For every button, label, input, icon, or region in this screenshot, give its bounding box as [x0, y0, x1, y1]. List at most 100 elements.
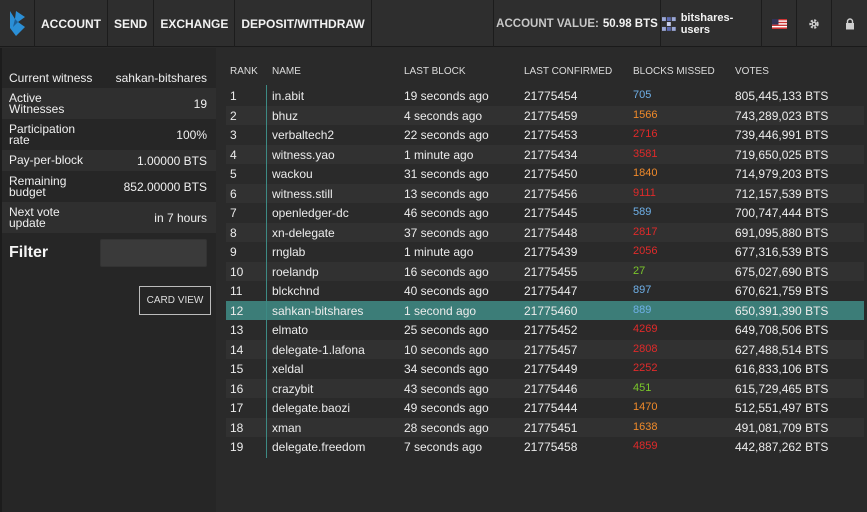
- table-row[interactable]: 3 verbaltech2 22 seconds ago 21775453 2716 73…: [226, 125, 864, 145]
- last-block-cell: 46 seconds ago: [404, 206, 489, 220]
- username: bitshares-users: [680, 11, 734, 36]
- header-blocks-missed[interactable]: BLOCKS MISSED: [633, 66, 715, 77]
- table-row[interactable]: 1 in.abit 19 seconds ago 21775454 705 805,445…: [226, 86, 864, 106]
- blocks-missed-cell: 1470: [633, 401, 658, 413]
- name-cell: in.abit: [272, 89, 305, 103]
- table-row[interactable]: 5 wackou 31 seconds ago 21775450 1840 714,979…: [226, 164, 864, 184]
- votes-cell: 805,445,133 BTS: [735, 89, 829, 103]
- nav-account[interactable]: ACCOUNT: [35, 0, 108, 47]
- last-block-cell: 1 second ago: [404, 303, 477, 318]
- filter-input[interactable]: [100, 239, 207, 267]
- active-witnesses-row: Active Witnesses 19: [0, 88, 216, 119]
- nav-send[interactable]: SEND: [108, 0, 155, 47]
- lock-button[interactable]: [832, 0, 867, 47]
- last-block-cell: 4 seconds ago: [404, 108, 483, 123]
- rank-cell: 15: [230, 362, 244, 376]
- bitshares-logo-icon: [10, 10, 25, 36]
- votes-cell: 712,157,539 BTS: [735, 186, 829, 201]
- table-row[interactable]: 14 delegate-1.lafona 10 seconds ago 2177545…: [226, 339, 864, 359]
- table-row[interactable]: 9 rnglab 1 minute ago 21775439 2056 677,316,5…: [226, 242, 864, 262]
- participation-label: Participation rate: [9, 121, 76, 147]
- votes-cell: 491,081,709 BTS: [735, 420, 829, 435]
- blocks-missed-cell: 451: [633, 381, 652, 394]
- last-block-cell: 1 minute ago: [404, 147, 474, 162]
- blocks-missed-cell: 897: [633, 284, 652, 296]
- table-row[interactable]: 2 bhuz 4 seconds ago 21775459 1566 743,289,02…: [226, 105, 864, 125]
- rank-cell: 18: [230, 420, 244, 435]
- table-row[interactable]: 7 openledger-dc 46 seconds ago 21775445 589 7…: [226, 203, 864, 223]
- table-row[interactable]: 15 xeldal 34 seconds ago 21775449 2252 616,83…: [226, 359, 864, 379]
- nav-exchange[interactable]: EXCHANGE: [154, 0, 236, 47]
- rank-cell: 17: [230, 401, 244, 415]
- next-vote-value: in 7 hours: [154, 210, 207, 225]
- name-cell: verbaltech2: [272, 128, 335, 142]
- last-block-cell: 7 seconds ago: [404, 440, 483, 454]
- header-last-confirmed[interactable]: LAST CONFIRMED: [524, 66, 612, 77]
- table-row[interactable]: 17 delegate.baozi 49 seconds ago 21775444 14…: [226, 398, 864, 418]
- header-last-block[interactable]: LAST BLOCK: [404, 66, 466, 77]
- header-rank[interactable]: RANK: [230, 66, 258, 77]
- next-vote-label: Next vote update: [9, 204, 60, 230]
- settings-button[interactable]: [797, 0, 832, 47]
- table-row[interactable]: 10 roelandp 16 seconds ago 21775455 27 675,02…: [226, 261, 864, 281]
- name-cell: blckchnd: [272, 284, 320, 298]
- rank-cell: 4: [230, 147, 237, 162]
- blocks-missed-cell: 589: [633, 206, 652, 218]
- account-value[interactable]: ACCOUNT VALUE: 50.98 BTS: [494, 0, 661, 47]
- rank-cell: 2: [230, 108, 237, 123]
- name-cell: xeldal: [272, 362, 304, 376]
- votes-cell: 714,979,203 BTS: [735, 167, 829, 181]
- pay-per-block-value: 1.00000 BTS: [136, 153, 207, 168]
- card-view-button[interactable]: CARD VIEW: [139, 286, 211, 315]
- name-cell: xman: [272, 420, 302, 435]
- rank-cell: 12: [230, 303, 244, 318]
- votes-cell: 743,289,023 BTS: [735, 108, 829, 123]
- name-cell: openledger-dc: [272, 206, 349, 220]
- participation-value: 100%: [176, 127, 207, 142]
- last-confirmed-cell: 21775458: [524, 440, 578, 454]
- table-row[interactable]: 4 witness.yao 1 minute ago 21775434 3581 719,…: [226, 144, 864, 164]
- blocks-missed-cell: 2056: [633, 245, 658, 257]
- active-witnesses-label: Active Witnesses: [9, 90, 65, 116]
- nav-deposit-withdraw[interactable]: DEPOSIT/WITHDRAW: [235, 0, 372, 47]
- last-block-cell: 34 seconds ago: [404, 362, 489, 376]
- table-row[interactable]: 16 crazybit 43 seconds ago 21775446 451 615,7…: [226, 378, 864, 398]
- table-row[interactable]: 13 elmato 25 seconds ago 21775452 4269 649,70…: [226, 320, 864, 340]
- header-name[interactable]: NAME: [272, 66, 301, 77]
- name-cell: bhuz: [272, 108, 299, 123]
- rank-cell: 11: [230, 284, 243, 298]
- table-row[interactable]: 8 xn-delegate 37 seconds ago 21775448 2817 69…: [226, 222, 864, 242]
- blocks-missed-cell: 27: [633, 264, 646, 277]
- last-confirmed-cell: 21775460: [524, 303, 578, 318]
- votes-cell: 627,488,514 BTS: [735, 342, 829, 357]
- last-confirmed-cell: 21775455: [524, 264, 578, 279]
- table-row[interactable]: 11 blckchnd 40 seconds ago 21775447 897 670,6…: [226, 281, 864, 301]
- last-block-cell: 31 seconds ago: [404, 167, 489, 181]
- next-vote-row: Next vote update in 7 hours: [0, 202, 216, 233]
- header-votes[interactable]: VOTES: [735, 66, 769, 77]
- last-confirmed-cell: 21775459: [524, 108, 578, 123]
- table-row[interactable]: 6 witness.still 13 seconds ago 21775456 9111…: [226, 183, 864, 203]
- name-cell: elmato: [272, 323, 309, 337]
- blocks-missed-cell: 1566: [633, 108, 658, 121]
- rank-cell: 13: [230, 323, 244, 337]
- language-selector[interactable]: [762, 0, 797, 47]
- votes-cell: 650,391,390 BTS: [735, 303, 829, 318]
- filter-label: Filter: [9, 244, 49, 261]
- last-block-cell: 16 seconds ago: [404, 264, 489, 279]
- name-cell: sahkan-bitshares: [272, 303, 364, 318]
- bitshares-logo[interactable]: [0, 0, 35, 47]
- table-row[interactable]: 19 delegate.freedom 7 seconds ago 21775458 4…: [226, 437, 864, 457]
- rank-cell: 16: [230, 381, 244, 396]
- account-value-label: ACCOUNT VALUE:: [496, 17, 599, 30]
- last-confirmed-cell: 21775447: [524, 284, 578, 298]
- rank-cell: 10: [230, 264, 244, 279]
- last-confirmed-cell: 21775457: [524, 342, 578, 357]
- last-confirmed-cell: 21775439: [524, 245, 578, 259]
- votes-cell: 739,446,991 BTS: [735, 128, 829, 142]
- table-row[interactable]: 18 xman 28 seconds ago 21775451 1638 491,081,…: [226, 417, 864, 437]
- blocks-missed-cell: 9111: [633, 186, 656, 199]
- account-selector[interactable]: bitshares-users: [661, 0, 762, 47]
- table-row[interactable]: 12 sahkan-bitshares 1 second ago 21775460 88…: [226, 300, 864, 320]
- rank-cell: 14: [230, 342, 244, 357]
